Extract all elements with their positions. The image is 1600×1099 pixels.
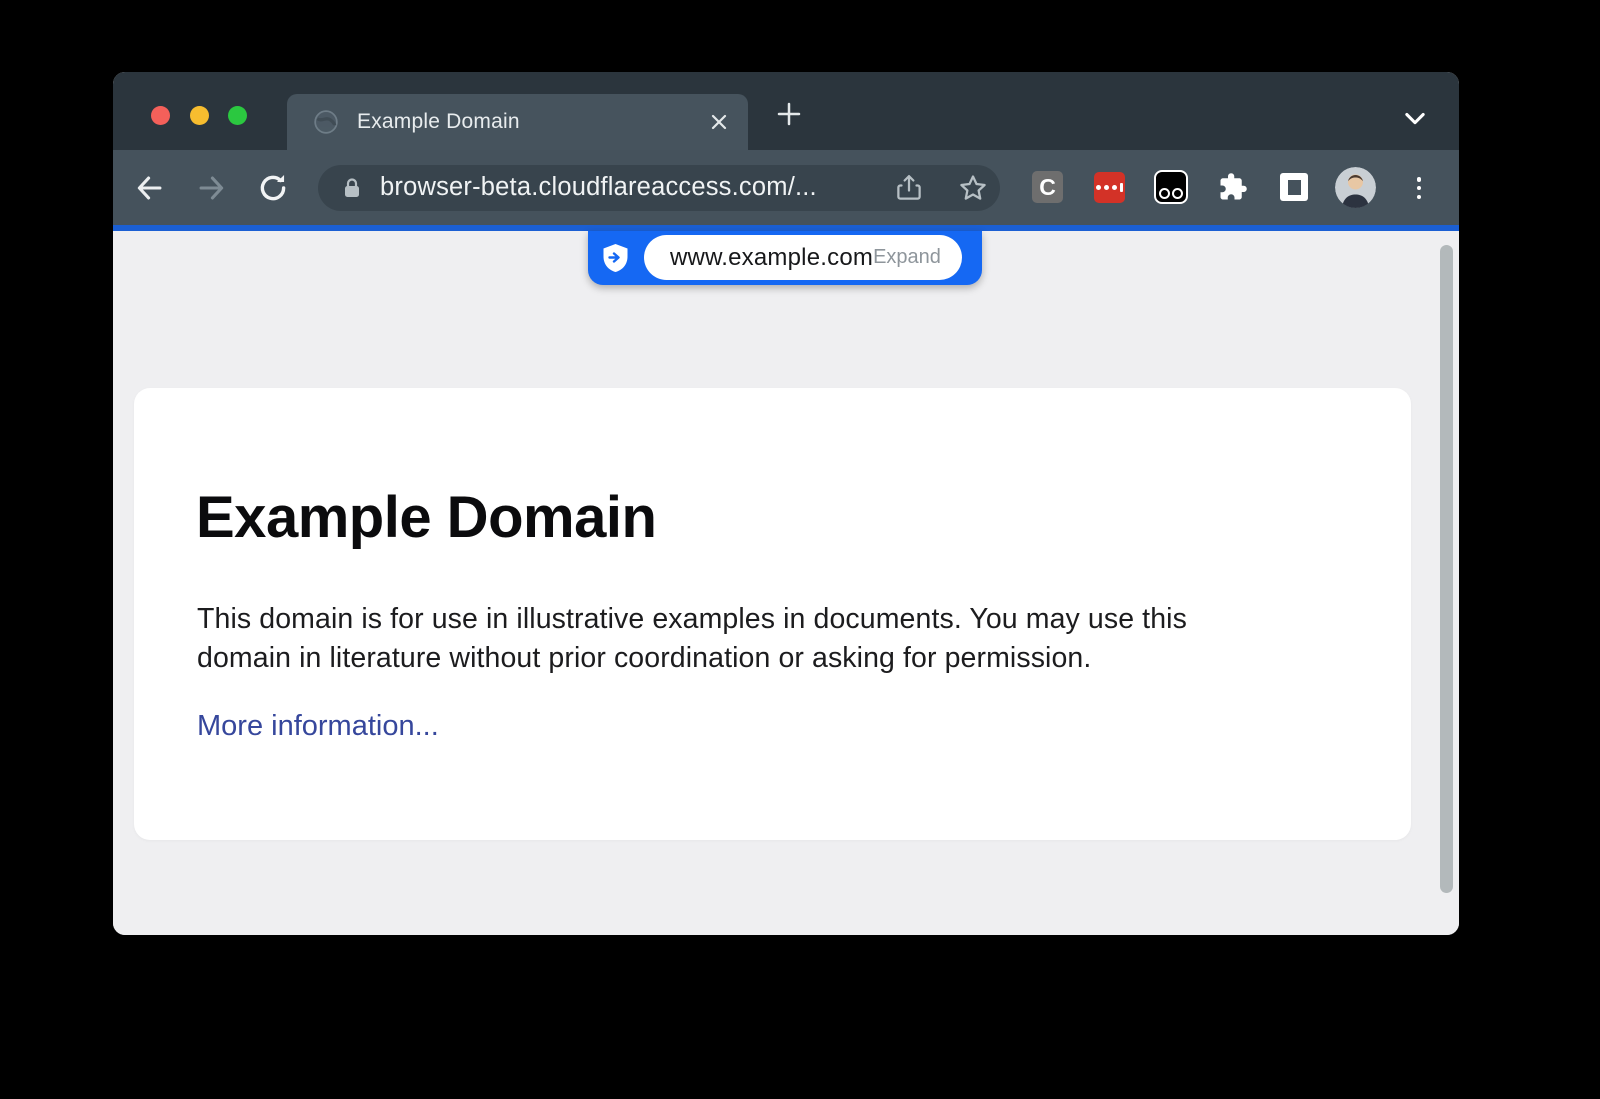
page-scrollbar-thumb[interactable] — [1440, 245, 1453, 893]
reload-button[interactable] — [256, 171, 290, 205]
bookmark-star-icon[interactable] — [958, 173, 988, 203]
menu-dot — [1417, 177, 1422, 182]
expand-button[interactable]: Expand — [873, 246, 941, 269]
tab-example-domain[interactable]: Example Domain — [287, 94, 748, 150]
extension-c-icon[interactable]: C — [1032, 171, 1063, 203]
back-button[interactable] — [133, 171, 167, 205]
isolation-banner: www.example.com Expand — [588, 231, 982, 285]
address-bar[interactable]: browser-beta.cloudflareaccess.com/... — [318, 165, 1000, 211]
extension-lastpass-icon[interactable] — [1094, 172, 1125, 203]
isolated-domain-text: www.example.com — [670, 244, 873, 272]
forward-button[interactable] — [194, 171, 228, 205]
browser-toolbar: browser-beta.cloudflareaccess.com/... C — [113, 150, 1459, 225]
lock-icon[interactable] — [342, 177, 362, 199]
extensions-puzzle-icon[interactable] — [1218, 172, 1248, 202]
paragraph-line-2: domain in literature without prior coord… — [197, 639, 1187, 678]
side-panel-icon[interactable] — [1280, 173, 1308, 201]
paragraph-line-1: This domain is for use in illustrative e… — [197, 600, 1187, 639]
content-card: Example Domain This domain is for use in… — [134, 388, 1411, 840]
tab-search-chevron-icon[interactable] — [1401, 104, 1429, 132]
circle-right — [1172, 188, 1183, 199]
tab-title: Example Domain — [357, 110, 520, 134]
browser-window: Example Domain — [113, 72, 1459, 935]
circle-left — [1159, 188, 1170, 199]
lastpass-bar — [1120, 183, 1123, 192]
tab-strip: Example Domain — [113, 72, 1459, 150]
menu-dot — [1417, 195, 1422, 200]
url-text[interactable]: browser-beta.cloudflareaccess.com/... — [380, 173, 817, 202]
side-panel-hole — [1288, 180, 1301, 195]
extension-circles-icon[interactable] — [1154, 170, 1188, 204]
page-viewport: www.example.com Expand Example Domain Th… — [113, 231, 1459, 935]
isolated-domain-pill: www.example.com Expand — [644, 235, 962, 280]
lastpass-dot — [1112, 185, 1117, 190]
lastpass-dot — [1104, 185, 1109, 190]
macos-minimize-button[interactable] — [190, 106, 209, 125]
more-information-link[interactable]: More information... — [197, 710, 439, 743]
page-title: Example Domain — [196, 484, 656, 551]
page-paragraph: This domain is for use in illustrative e… — [197, 600, 1187, 677]
macos-zoom-button[interactable] — [228, 106, 247, 125]
share-icon[interactable] — [894, 173, 924, 203]
shield-arrow-icon — [602, 243, 629, 273]
new-tab-button[interactable] — [774, 99, 804, 129]
close-tab-icon[interactable] — [707, 110, 731, 134]
globe-favicon-icon — [313, 109, 339, 135]
browser-menu-icon[interactable] — [1409, 175, 1429, 201]
lastpass-dot — [1096, 185, 1101, 190]
profile-avatar[interactable] — [1335, 167, 1376, 208]
macos-close-button[interactable] — [151, 106, 170, 125]
extension-c-letter: C — [1039, 174, 1056, 201]
menu-dot — [1417, 186, 1422, 191]
